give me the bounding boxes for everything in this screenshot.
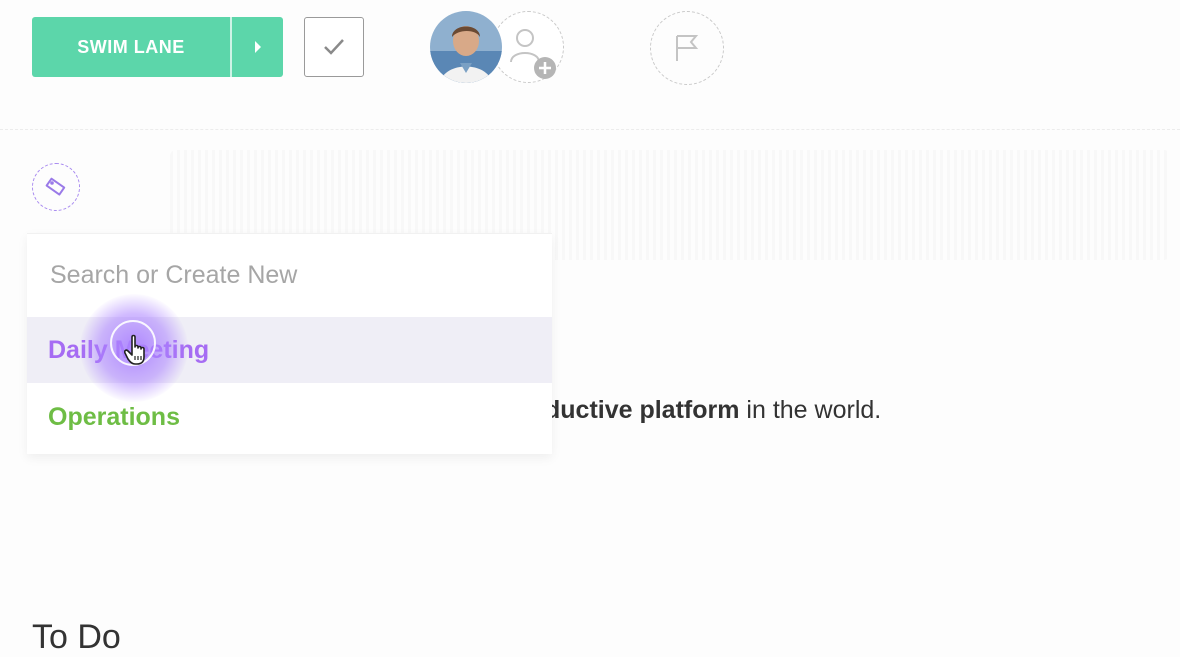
status-button[interactable]: SWIM LANE	[32, 17, 283, 77]
flag-icon	[676, 35, 699, 61]
add-assignee-button[interactable]	[492, 11, 564, 83]
status-label[interactable]: SWIM LANE	[32, 17, 230, 77]
tag-icon	[45, 177, 66, 196]
next-status-button[interactable]	[230, 17, 283, 77]
task-toolbar: SWIM LANE	[0, 0, 1180, 130]
tags-button[interactable]	[32, 163, 80, 211]
section-title-todo: To Do	[32, 618, 121, 656]
assignee-avatar[interactable]	[430, 11, 502, 83]
task-description: ductive platform in the world.	[545, 396, 881, 425]
checkmark-icon	[324, 39, 344, 55]
hand-pointer-icon	[124, 334, 145, 365]
mark-complete-button[interactable]	[304, 17, 364, 77]
tag-search-input[interactable]	[48, 256, 532, 294]
priority-button[interactable]	[650, 11, 724, 85]
caret-right-icon	[254, 41, 261, 53]
description-bold: ductive platform	[545, 396, 740, 424]
toolbar-divider	[0, 129, 1180, 131]
description-rest: in the world.	[739, 396, 882, 424]
user-photo	[430, 11, 502, 83]
add-user-icon	[510, 29, 556, 79]
